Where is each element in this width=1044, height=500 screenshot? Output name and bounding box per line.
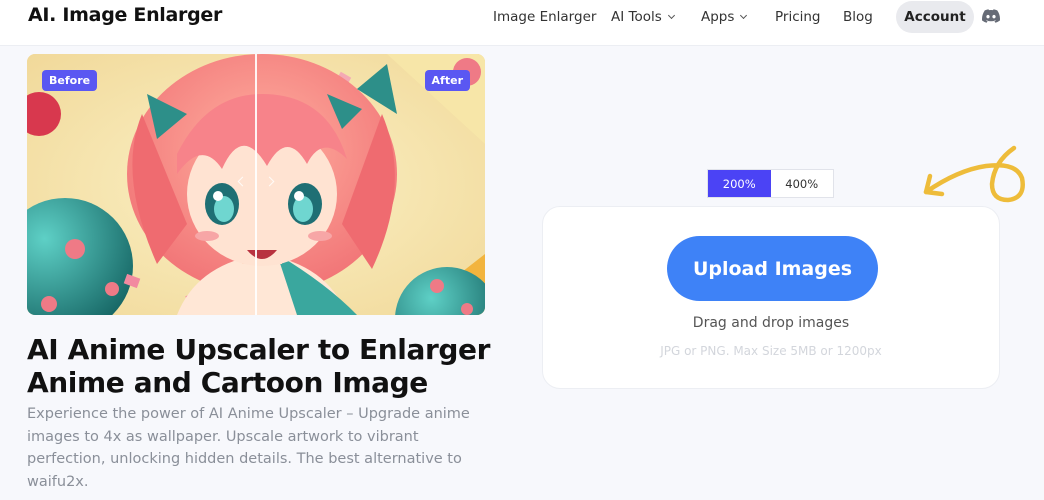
upload-images-button[interactable]: Upload Images (667, 236, 878, 301)
after-badge: After (424, 70, 470, 91)
chevron-down-icon (667, 11, 675, 20)
nav-apps[interactable]: Apps (701, 9, 748, 25)
scale-option-200[interactable]: 200% (708, 170, 771, 197)
before-after-comparison[interactable]: Before After (27, 54, 485, 315)
curly-arrow-icon (923, 145, 1025, 203)
comparison-slider-handle[interactable] (255, 54, 257, 315)
nav-ai-tools[interactable]: AI Tools (611, 9, 675, 25)
nav-ai-tools-label: AI Tools (611, 9, 662, 25)
upload-dropzone[interactable]: Upload Images Drag and drop images JPG o… (542, 206, 1000, 389)
site-logo[interactable]: AI. Image Enlarger (28, 4, 222, 26)
scale-toggle: 200% 400% (707, 169, 834, 198)
nav-image-enlarger-label: Image Enlarger (493, 9, 597, 25)
chevron-down-icon (740, 11, 748, 20)
before-badge: Before (42, 70, 98, 91)
nav-blog[interactable]: Blog (843, 9, 873, 25)
nav-pricing-label: Pricing (775, 9, 821, 25)
drag-drop-label: Drag and drop images (692, 315, 850, 331)
top-navigation-bar: AI. Image Enlarger Image Enlarger AI Too… (0, 0, 1044, 46)
nav-apps-label: Apps (701, 9, 735, 25)
page-title: AI Anime Upscaler to Enlarger Anime and … (27, 333, 491, 399)
account-button[interactable]: Account (896, 1, 974, 33)
scale-option-400[interactable]: 400% (771, 170, 834, 197)
file-requirements-hint: JPG or PNG. Max Size 5MB or 1200px (660, 344, 882, 358)
nav-image-enlarger[interactable]: Image Enlarger (493, 9, 596, 25)
nav-pricing[interactable]: Pricing (775, 9, 821, 25)
page-description: Experience the power of AI Anime Upscale… (27, 406, 470, 490)
nav-blog-label: Blog (843, 9, 873, 25)
discord-icon[interactable] (982, 8, 1000, 24)
